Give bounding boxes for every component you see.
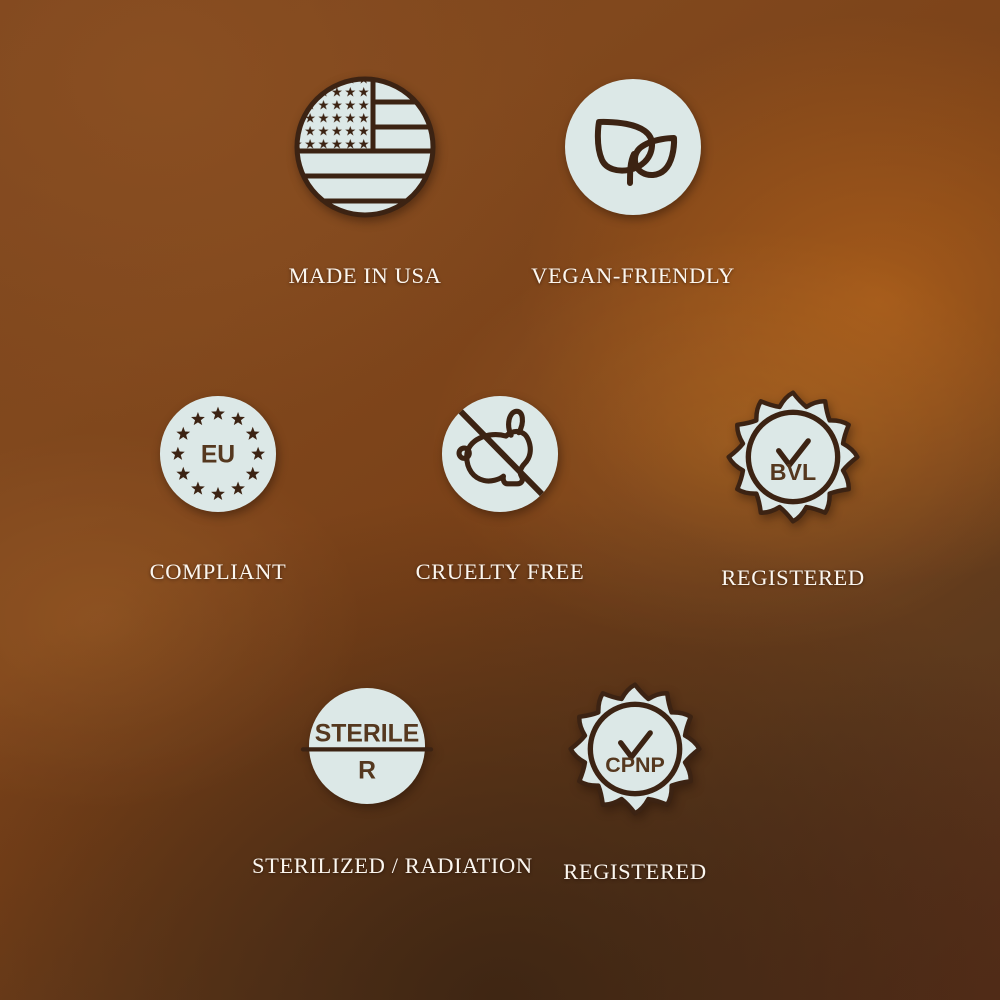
badge-label: MADE IN USA: [288, 263, 442, 288]
badge-vegan-friendly[interactable]: VEGAN-FRIENDLY: [518, 72, 748, 289]
badge-made-in-usa[interactable]: MADE IN USA: [250, 72, 480, 289]
usa-flag-icon: [290, 72, 440, 222]
leaf-icon: [558, 72, 708, 222]
cpnp-glyph: CPNP: [605, 753, 665, 777]
badge-registered-cpnp[interactable]: CPNP REGISTERED: [520, 682, 750, 885]
bvl-seal-icon: BVL: [726, 390, 860, 524]
eu-glyph: EU: [201, 442, 235, 469]
badge-label: VEGAN-FRIENDLY: [531, 263, 735, 288]
cpnp-seal-icon: CPNP: [568, 682, 702, 816]
badge-grid: MADE IN USA VEGAN-FRIENDLY EU COMPLIANT …: [0, 0, 1000, 1000]
badge-cruelty-free[interactable]: CRUELTY FREE: [385, 390, 615, 585]
badge-sterilized-radiation[interactable]: STERILE R STERILIZED / RADIATION: [252, 682, 533, 879]
badge-label: REGISTERED: [563, 859, 707, 884]
bvl-glyph: BVL: [770, 459, 816, 485]
badge-compliant[interactable]: EU COMPLIANT: [103, 390, 333, 585]
badge-label: CRUELTY FREE: [415, 559, 585, 584]
badge-label: COMPLIANT: [149, 559, 287, 584]
sterile-r-icon: STERILE R: [300, 682, 434, 810]
sterile-glyph-top: STERILE: [315, 721, 419, 748]
sterile-glyph-bottom: R: [358, 757, 376, 784]
badge-label: REGISTERED: [721, 565, 865, 590]
eu-stars-icon: EU: [154, 390, 282, 518]
badge-registered-bvl[interactable]: BVL REGISTERED: [678, 390, 908, 591]
badge-label: STERILIZED / RADIATION: [252, 853, 533, 878]
no-rabbit-icon: [436, 390, 564, 518]
